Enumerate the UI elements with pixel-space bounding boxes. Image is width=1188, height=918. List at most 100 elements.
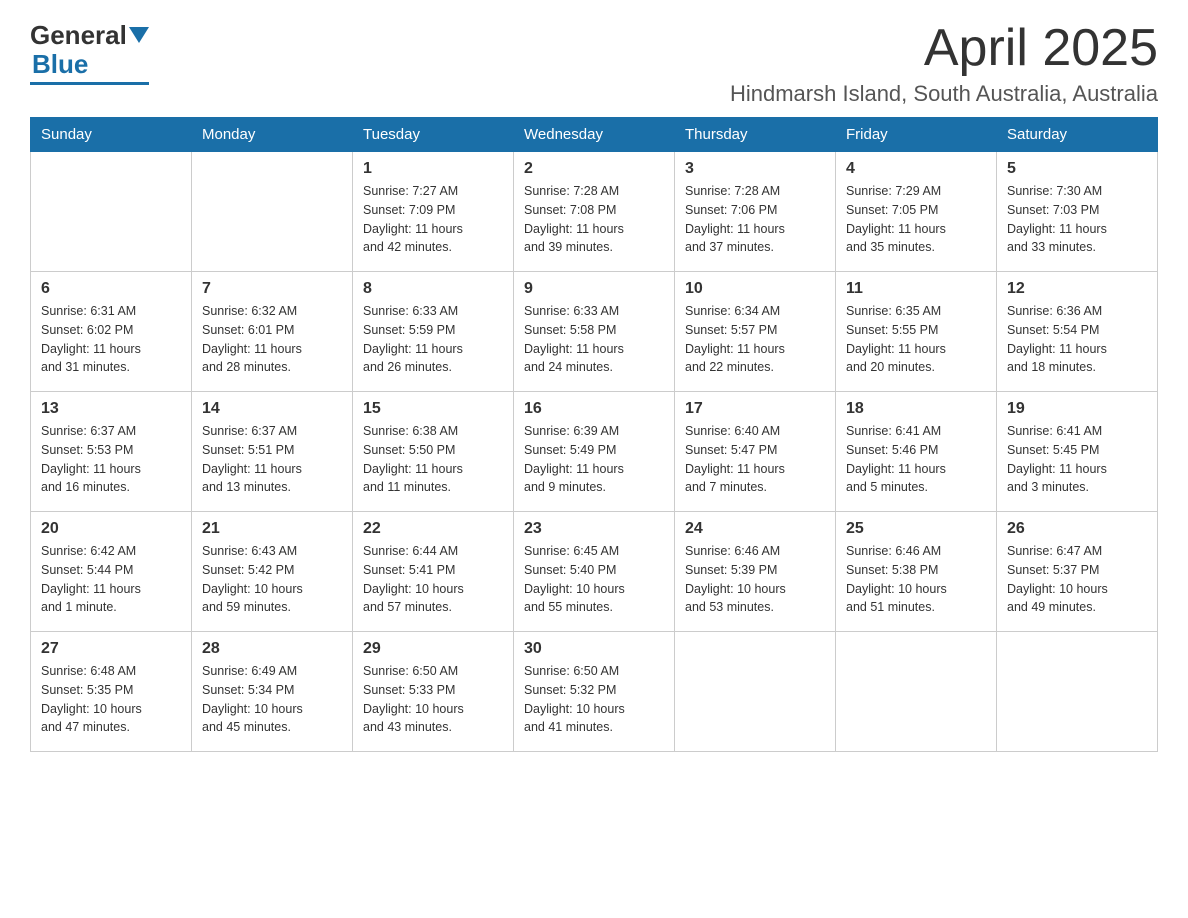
calendar-cell <box>192 152 353 272</box>
day-number: 10 <box>685 280 825 298</box>
calendar-cell: 20 Sunrise: 6:42 AM Sunset: 5:44 PM Dayli… <box>31 512 192 632</box>
day-info: Sunrise: 7:29 AM Sunset: 7:05 PM Dayligh… <box>846 182 986 257</box>
day-number: 15 <box>363 400 503 418</box>
calendar-cell: 2Sunrise: 7:28 AM Sunset: 7:08 PM Daylig… <box>514 152 675 272</box>
calendar-cell: 15 Sunrise: 6:38 AM Sunset: 5:50 PM Dayli… <box>353 392 514 512</box>
calendar-cell: 16 Sunrise: 6:39 AM Sunset: 5:49 PM Dayli… <box>514 392 675 512</box>
calendar-cell: 3 Sunrise: 7:28 AM Sunset: 7:06 PM Daylig… <box>675 152 836 272</box>
location-title: Hindmarsh Island, South Australia, Austr… <box>730 81 1158 107</box>
day-info: Sunrise: 6:41 AM Sunset: 5:46 PM Dayligh… <box>846 422 986 497</box>
calendar-cell: 4Sunrise: 7:29 AM Sunset: 7:05 PM Daylig… <box>836 152 997 272</box>
day-info: Sunrise: 6:46 AM Sunset: 5:39 PM Dayligh… <box>685 542 825 617</box>
month-title: April 2025 <box>730 20 1158 77</box>
day-number: 9 <box>524 280 664 298</box>
day-of-week-header: Sunday <box>31 118 192 152</box>
calendar-header-row: SundayMondayTuesdayWednesdayThursdayFrid… <box>31 118 1158 152</box>
day-info: Sunrise: 6:34 AM Sunset: 5:57 PM Dayligh… <box>685 302 825 377</box>
day-info: Sunrise: 6:36 AM Sunset: 5:54 PM Dayligh… <box>1007 302 1147 377</box>
day-of-week-header: Monday <box>192 118 353 152</box>
calendar-cell: 23Sunrise: 6:45 AM Sunset: 5:40 PM Dayli… <box>514 512 675 632</box>
day-info: Sunrise: 7:28 AM Sunset: 7:08 PM Dayligh… <box>524 182 664 257</box>
calendar-cell: 19 Sunrise: 6:41 AM Sunset: 5:45 PM Dayli… <box>997 392 1158 512</box>
calendar-week-row: 13 Sunrise: 6:37 AM Sunset: 5:53 PM Dayli… <box>31 392 1158 512</box>
day-number: 28 <box>202 640 342 658</box>
day-number: 12 <box>1007 280 1147 298</box>
day-of-week-header: Friday <box>836 118 997 152</box>
day-info: Sunrise: 6:50 AM Sunset: 5:32 PM Dayligh… <box>524 662 664 737</box>
calendar-cell: 8Sunrise: 6:33 AM Sunset: 5:59 PM Daylig… <box>353 272 514 392</box>
day-number: 27 <box>41 640 181 658</box>
day-info: Sunrise: 6:44 AM Sunset: 5:41 PM Dayligh… <box>363 542 503 617</box>
logo-triangle-icon <box>129 27 149 43</box>
calendar-cell: 14 Sunrise: 6:37 AM Sunset: 5:51 PM Dayli… <box>192 392 353 512</box>
day-info: Sunrise: 6:45 AM Sunset: 5:40 PM Dayligh… <box>524 542 664 617</box>
day-number: 14 <box>202 400 342 418</box>
logo-general-text: General <box>30 20 127 51</box>
day-info: Sunrise: 6:47 AM Sunset: 5:37 PM Dayligh… <box>1007 542 1147 617</box>
day-info: Sunrise: 6:33 AM Sunset: 5:59 PM Dayligh… <box>363 302 503 377</box>
calendar-cell: 11 Sunrise: 6:35 AM Sunset: 5:55 PM Dayli… <box>836 272 997 392</box>
calendar-week-row: 20 Sunrise: 6:42 AM Sunset: 5:44 PM Dayli… <box>31 512 1158 632</box>
day-info: Sunrise: 6:38 AM Sunset: 5:50 PM Dayligh… <box>363 422 503 497</box>
calendar-cell: 13 Sunrise: 6:37 AM Sunset: 5:53 PM Dayli… <box>31 392 192 512</box>
calendar-cell <box>997 632 1158 752</box>
day-number: 17 <box>685 400 825 418</box>
day-info: Sunrise: 6:40 AM Sunset: 5:47 PM Dayligh… <box>685 422 825 497</box>
calendar-cell: 29Sunrise: 6:50 AM Sunset: 5:33 PM Dayli… <box>353 632 514 752</box>
day-number: 29 <box>363 640 503 658</box>
day-number: 20 <box>41 520 181 538</box>
day-info: Sunrise: 6:37 AM Sunset: 5:51 PM Dayligh… <box>202 422 342 497</box>
calendar-cell: 9Sunrise: 6:33 AM Sunset: 5:58 PM Daylig… <box>514 272 675 392</box>
day-number: 30 <box>524 640 664 658</box>
calendar-cell: 10 Sunrise: 6:34 AM Sunset: 5:57 PM Dayli… <box>675 272 836 392</box>
day-number: 25 <box>846 520 986 538</box>
day-number: 24 <box>685 520 825 538</box>
day-number: 6 <box>41 280 181 298</box>
day-number: 1 <box>363 160 503 178</box>
day-info: Sunrise: 6:37 AM Sunset: 5:53 PM Dayligh… <box>41 422 181 497</box>
day-info: Sunrise: 6:39 AM Sunset: 5:49 PM Dayligh… <box>524 422 664 497</box>
calendar-cell: 28 Sunrise: 6:49 AM Sunset: 5:34 PM Dayli… <box>192 632 353 752</box>
logo-underline <box>30 82 149 85</box>
calendar-cell <box>836 632 997 752</box>
day-info: Sunrise: 7:27 AM Sunset: 7:09 PM Dayligh… <box>363 182 503 257</box>
day-info: Sunrise: 6:49 AM Sunset: 5:34 PM Dayligh… <box>202 662 342 737</box>
day-number: 26 <box>1007 520 1147 538</box>
day-info: Sunrise: 7:28 AM Sunset: 7:06 PM Dayligh… <box>685 182 825 257</box>
calendar-cell: 21Sunrise: 6:43 AM Sunset: 5:42 PM Dayli… <box>192 512 353 632</box>
calendar-cell: 17 Sunrise: 6:40 AM Sunset: 5:47 PM Dayli… <box>675 392 836 512</box>
calendar-table: SundayMondayTuesdayWednesdayThursdayFrid… <box>30 117 1158 752</box>
day-of-week-header: Tuesday <box>353 118 514 152</box>
day-info: Sunrise: 6:46 AM Sunset: 5:38 PM Dayligh… <box>846 542 986 617</box>
day-number: 19 <box>1007 400 1147 418</box>
day-number: 16 <box>524 400 664 418</box>
calendar-cell: 26 Sunrise: 6:47 AM Sunset: 5:37 PM Dayli… <box>997 512 1158 632</box>
day-number: 7 <box>202 280 342 298</box>
logo-blue-text: Blue <box>32 49 88 80</box>
calendar-cell: 5Sunrise: 7:30 AM Sunset: 7:03 PM Daylig… <box>997 152 1158 272</box>
logo: General Blue <box>30 20 149 85</box>
calendar-cell: 25 Sunrise: 6:46 AM Sunset: 5:38 PM Dayli… <box>836 512 997 632</box>
day-of-week-header: Saturday <box>997 118 1158 152</box>
day-info: Sunrise: 6:43 AM Sunset: 5:42 PM Dayligh… <box>202 542 342 617</box>
calendar-cell: 24 Sunrise: 6:46 AM Sunset: 5:39 PM Dayli… <box>675 512 836 632</box>
calendar-week-row: 1 Sunrise: 7:27 AM Sunset: 7:09 PM Daylig… <box>31 152 1158 272</box>
day-info: Sunrise: 6:35 AM Sunset: 5:55 PM Dayligh… <box>846 302 986 377</box>
calendar-week-row: 6Sunrise: 6:31 AM Sunset: 6:02 PM Daylig… <box>31 272 1158 392</box>
calendar-cell: 7 Sunrise: 6:32 AM Sunset: 6:01 PM Daylig… <box>192 272 353 392</box>
day-info: Sunrise: 6:41 AM Sunset: 5:45 PM Dayligh… <box>1007 422 1147 497</box>
calendar-cell: 27Sunrise: 6:48 AM Sunset: 5:35 PM Dayli… <box>31 632 192 752</box>
calendar-cell: 18Sunrise: 6:41 AM Sunset: 5:46 PM Dayli… <box>836 392 997 512</box>
day-number: 13 <box>41 400 181 418</box>
day-number: 11 <box>846 280 986 298</box>
calendar-cell: 30 Sunrise: 6:50 AM Sunset: 5:32 PM Dayli… <box>514 632 675 752</box>
day-info: Sunrise: 6:32 AM Sunset: 6:01 PM Dayligh… <box>202 302 342 377</box>
calendar-cell: 22 Sunrise: 6:44 AM Sunset: 5:41 PM Dayli… <box>353 512 514 632</box>
calendar-week-row: 27Sunrise: 6:48 AM Sunset: 5:35 PM Dayli… <box>31 632 1158 752</box>
day-number: 3 <box>685 160 825 178</box>
day-number: 22 <box>363 520 503 538</box>
day-of-week-header: Thursday <box>675 118 836 152</box>
calendar-cell <box>675 632 836 752</box>
day-info: Sunrise: 6:42 AM Sunset: 5:44 PM Dayligh… <box>41 542 181 617</box>
day-number: 5 <box>1007 160 1147 178</box>
